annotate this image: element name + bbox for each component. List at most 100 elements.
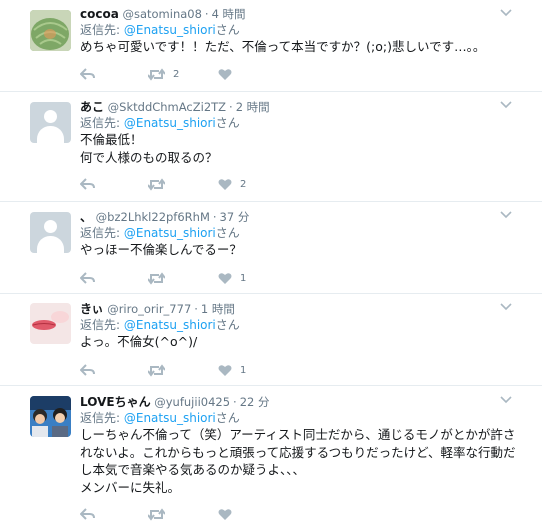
tweet-text: しーちゃん不倫って（笑）アーティスト同士だから、通じるモノがとかが許さ れないよ… <box>80 426 532 496</box>
user-handle[interactable]: @satomina08 <box>122 7 201 21</box>
tweet-header: 、 @bz2Lhkl22pf6RhM · 37 分 <box>80 210 250 224</box>
user-handle[interactable]: @riro_orir_777 <box>107 302 191 316</box>
reply-prefix: 返信先: <box>80 226 124 240</box>
retweet-button[interactable] <box>148 270 173 286</box>
retweet-icon <box>148 271 165 285</box>
tweet-text-line: よっ。不倫女(^o^)/ <box>80 334 198 349</box>
heart-icon <box>218 68 232 80</box>
like-count: 1 <box>240 272 247 284</box>
reply-icon <box>80 68 95 80</box>
tweet-header: LOVEちゃん @yufujii0425 · 22 分 <box>80 395 270 409</box>
heart-icon <box>218 178 232 190</box>
tweet-text-line: めちゃ可愛いです！！ただ、不倫って本当ですか？(;o;)悲しいです…。。 <box>80 39 486 54</box>
user-handle[interactable]: @bz2Lhkl22pf6RhM <box>96 210 210 224</box>
reply-icon <box>80 178 95 190</box>
reply-icon <box>80 272 95 284</box>
chevron-down-icon[interactable] <box>500 9 512 17</box>
retweet-count: 2 <box>173 68 180 80</box>
retweet-icon <box>148 177 165 191</box>
timestamp[interactable]: 4 時間 <box>212 7 246 21</box>
like-button[interactable]: 2 <box>218 176 246 192</box>
reply-button[interactable] <box>80 176 95 192</box>
retweet-icon <box>148 67 165 81</box>
reply-suffix: さん <box>215 116 240 130</box>
like-button[interactable] <box>218 66 240 82</box>
tweet[interactable]: あこ @SktddChmAcZi2TZ · 2 時間 返信先: @Enatsu_sh… <box>0 92 542 202</box>
reply-button[interactable] <box>80 506 95 522</box>
chevron-down-icon[interactable] <box>500 303 512 311</box>
tweet-text: 不倫最低！ 何で人様のもの取るの？ <box>80 131 532 166</box>
tweet-text-line: やっほー不倫楽しんでるー？ <box>80 242 242 257</box>
tweet-text-line: 何で人様のもの取るの？ <box>80 149 218 165</box>
reply-prefix: 返信先: <box>80 116 124 130</box>
reply-to-link[interactable]: @Enatsu_shiori <box>124 116 216 130</box>
timestamp[interactable]: 37 分 <box>220 210 250 224</box>
reply-prefix: 返信先: <box>80 411 124 425</box>
reply-button[interactable] <box>80 362 95 378</box>
reply-context: 返信先: @Enatsu_shioriさん <box>80 317 532 333</box>
reply-suffix: さん <box>215 226 240 240</box>
avatar[interactable] <box>30 396 71 437</box>
reply-button[interactable] <box>80 270 95 286</box>
tweet-text: やっほー不倫楽しんでるー？ <box>80 241 532 259</box>
reply-to-link[interactable]: @Enatsu_shiori <box>124 23 216 37</box>
retweet-button[interactable] <box>148 176 173 192</box>
tweet-text: よっ。不倫女(^o^)/ <box>80 333 532 351</box>
tweet[interactable]: LOVEちゃん @yufujii0425 · 22 分 返信先: @Enatsu_s… <box>0 386 542 530</box>
reply-context: 返信先: @Enatsu_shioriさん <box>80 22 532 38</box>
avatar[interactable] <box>30 102 71 143</box>
reply-feed: cocoa @satomina08 · 4 時間 返信先: @Enatsu_shio… <box>0 0 542 530</box>
heart-icon <box>218 364 232 376</box>
avatar[interactable] <box>30 10 71 51</box>
tweet-text-line: れないよ。これからもっと頑張って応援するつもりだったけど、軽率な行動だ <box>80 444 516 460</box>
tweet-text: めちゃ可愛いです！！ただ、不倫って本当ですか？(;o;)悲しいです…。。 <box>80 38 532 56</box>
like-count: 1 <box>240 364 247 376</box>
like-button[interactable]: 1 <box>218 362 246 378</box>
timestamp[interactable]: 1 時間 <box>201 302 235 316</box>
tweet-header: きぃ @riro_orir_777 · 1 時間 <box>80 302 235 316</box>
like-button[interactable] <box>218 506 240 522</box>
reply-to-link[interactable]: @Enatsu_shiori <box>124 226 216 240</box>
avatar[interactable] <box>30 303 71 344</box>
like-count: 2 <box>240 178 247 190</box>
display-name[interactable]: LOVEちゃん <box>80 395 151 409</box>
retweet-button[interactable] <box>148 506 173 522</box>
reply-context: 返信先: @Enatsu_shioriさん <box>80 410 532 426</box>
reply-icon <box>80 508 95 520</box>
user-handle[interactable]: @SktddChmAcZi2TZ <box>108 100 226 114</box>
chevron-down-icon[interactable] <box>500 396 512 404</box>
heart-icon <box>218 272 232 284</box>
display-name[interactable]: あこ <box>80 100 104 114</box>
retweet-button[interactable] <box>148 362 173 378</box>
reply-button[interactable] <box>80 66 95 82</box>
reply-to-link[interactable]: @Enatsu_shiori <box>124 318 216 332</box>
reply-icon <box>80 364 95 376</box>
chevron-down-icon[interactable] <box>500 101 512 109</box>
reply-context: 返信先: @Enatsu_shioriさん <box>80 115 532 131</box>
retweet-icon <box>148 507 165 521</box>
tweet[interactable]: 、 @bz2Lhkl22pf6RhM · 37 分 返信先: @Enatsu_shi… <box>0 202 542 294</box>
reply-prefix: 返信先: <box>80 23 124 37</box>
reply-to-link[interactable]: @Enatsu_shiori <box>124 411 216 425</box>
retweet-button[interactable]: 2 <box>148 66 179 82</box>
timestamp[interactable]: 2 時間 <box>236 100 270 114</box>
tweet-text-line: し本気で音楽やる気あるのか疑うよ、、、 <box>80 462 306 477</box>
chevron-down-icon[interactable] <box>500 211 512 219</box>
tweet-text-line: しーちゃん不倫って（笑）アーティスト同士だから、通じるモノがとかが許さ <box>80 427 516 442</box>
user-handle[interactable]: @yufujii0425 <box>154 395 230 409</box>
tweet[interactable]: cocoa @satomina08 · 4 時間 返信先: @Enatsu_shio… <box>0 0 542 92</box>
tweet-header: cocoa @satomina08 · 4 時間 <box>80 7 246 21</box>
display-name[interactable]: cocoa <box>80 7 119 21</box>
like-button[interactable]: 1 <box>218 270 246 286</box>
reply-suffix: さん <box>215 23 240 37</box>
avatar[interactable] <box>30 212 71 253</box>
reply-context: 返信先: @Enatsu_shioriさん <box>80 225 532 241</box>
tweet-text-line: メンバーに失礼。 <box>80 479 181 495</box>
display-name[interactable]: きぃ <box>80 302 104 316</box>
display-name[interactable]: 、 <box>80 210 92 224</box>
reply-suffix: さん <box>215 411 240 425</box>
heart-icon <box>218 508 232 520</box>
tweet[interactable]: きぃ @riro_orir_777 · 1 時間 返信先: @Enatsu_shio… <box>0 294 542 386</box>
reply-suffix: さん <box>215 318 240 332</box>
timestamp[interactable]: 22 分 <box>240 395 270 409</box>
